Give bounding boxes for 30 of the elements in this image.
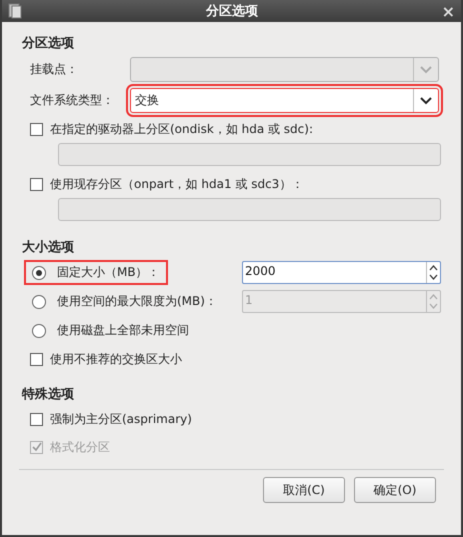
checkbox[interactable] <box>30 178 43 190</box>
checkbox[interactable] <box>30 352 43 366</box>
radio-label: 固定大小（MB）： <box>57 264 160 281</box>
close-button[interactable]: × <box>442 2 455 20</box>
checkbox-label: 使用不推荐的交换区大小 <box>50 350 182 368</box>
radio-button[interactable] <box>32 294 46 308</box>
window-title: 分区选项 <box>204 3 259 20</box>
checkbox-label: 强制为主分区(asprimary) <box>50 410 192 428</box>
checkbox[interactable] <box>30 122 43 136</box>
radio-button[interactable] <box>32 324 46 338</box>
checkbox-label: 格式化分区 <box>50 438 110 456</box>
app-icon <box>8 3 22 19</box>
spin-arrows-icon[interactable] <box>429 264 438 281</box>
checkbox-label: 使用现存分区（onpart，如 hda1 或 sdc3）： <box>50 176 304 192</box>
spin-field[interactable]: 2000 <box>242 261 441 284</box>
field-label: 文件系统类型： <box>30 92 115 109</box>
radio-button[interactable] <box>32 266 46 280</box>
section-heading: 特殊选项 <box>22 386 75 403</box>
radio-label: 使用空间的最大限度为(MB)： <box>57 293 217 310</box>
section-heading: 大小选项 <box>22 239 75 256</box>
dialog-button[interactable]: 取消(C) <box>263 477 345 503</box>
dialog-button[interactable]: 确定(O) <box>354 477 436 503</box>
field-label: 挂载点： <box>30 61 79 78</box>
radio-label: 使用磁盘上全部未用空间 <box>57 322 189 339</box>
section-heading: 分区选项 <box>22 35 75 52</box>
checkbox[interactable] <box>30 412 43 426</box>
input-field[interactable] <box>58 143 441 166</box>
checkbox-label: 在指定的驱动器上分区(ondisk，如 hda 或 sdc): <box>50 120 313 138</box>
input-field[interactable] <box>58 198 441 221</box>
combo-value: 交换 <box>134 92 160 109</box>
